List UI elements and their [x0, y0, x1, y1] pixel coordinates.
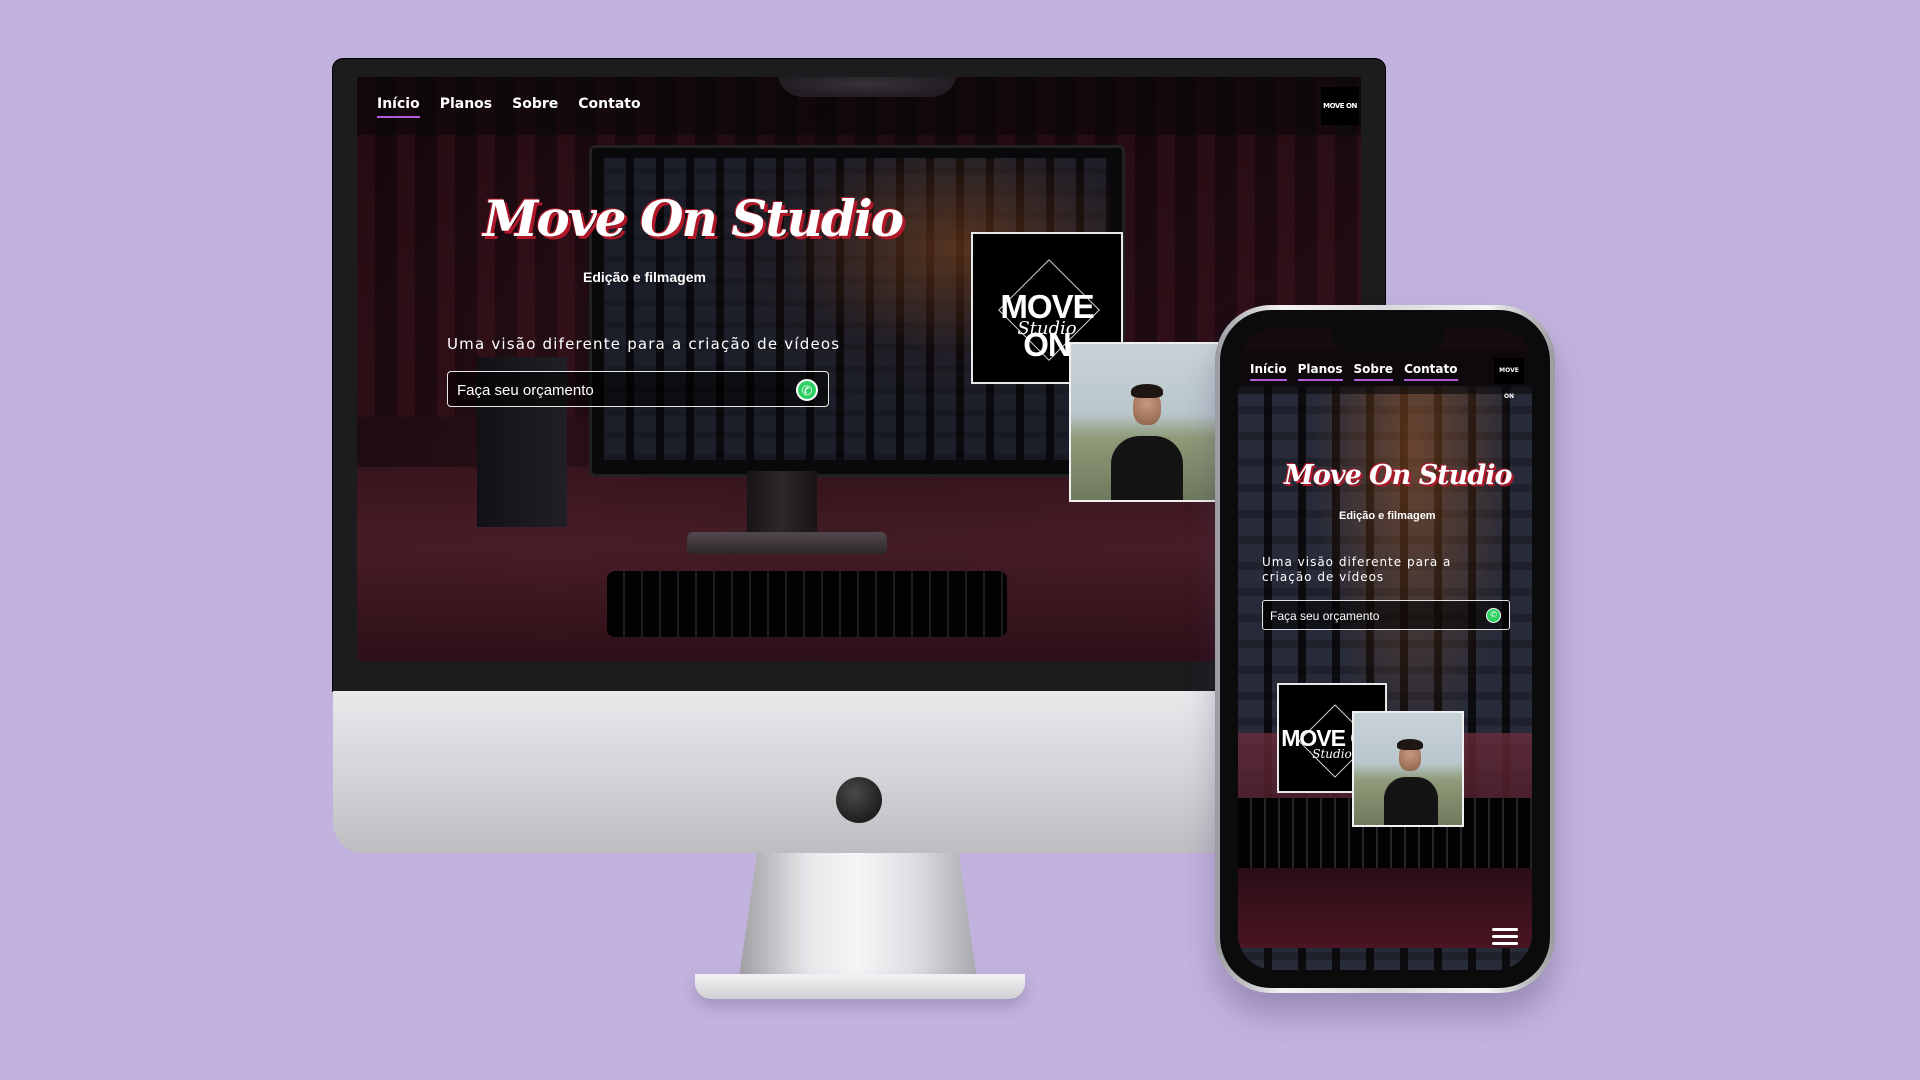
phone-notch [1333, 328, 1443, 350]
mobile-nav-item-contato[interactable]: Contato [1404, 362, 1458, 381]
brand-logo-script: Studio [1017, 318, 1077, 339]
desktop-navbar: Início Planos Sobre Contato MOVE ON [357, 77, 1361, 135]
mobile-quote-button-label: Faça seu orçamento [1270, 609, 1380, 623]
desktop-profile-photo [1069, 342, 1219, 502]
mobile-nav-item-planos[interactable]: Planos [1297, 362, 1343, 381]
hero-subtitle: Edição e filmagem [583, 269, 706, 285]
imac-apple-dot [836, 777, 882, 823]
nav-item-planos[interactable]: Planos [440, 96, 492, 118]
whatsapp-icon: ✆ [1486, 608, 1501, 623]
nav-links: Início Planos Sobre Contato [377, 96, 661, 118]
mobile-website-screen: Início Planos Sobre Contato MOVE ON Move… [1238, 328, 1532, 970]
hero-tagline: Uma visão diferente para a criação de ví… [447, 335, 841, 353]
mobile-nav-item-inicio[interactable]: Início [1250, 362, 1287, 381]
nav-item-sobre[interactable]: Sobre [512, 96, 558, 118]
hamburger-menu-icon[interactable] [1492, 928, 1518, 950]
mobile-nav-item-sobre[interactable]: Sobre [1353, 362, 1394, 381]
mobile-profile-photo [1352, 711, 1464, 827]
phone-mockup: Início Planos Sobre Contato MOVE ON Move… [1215, 305, 1555, 993]
hero-title: Move On Studio [483, 189, 904, 248]
quote-button[interactable]: Faça seu orçamento ✆ [447, 371, 829, 407]
mobile-quote-button[interactable]: Faça seu orçamento ✆ [1262, 600, 1510, 630]
mockup-stage: Início Planos Sobre Contato MOVE ON Move… [0, 0, 1920, 1080]
mobile-navbar: Início Planos Sobre Contato MOVE ON [1238, 350, 1532, 400]
whatsapp-icon: ✆ [796, 379, 818, 401]
mobile-hero-subtitle: Edição e filmagem [1339, 510, 1436, 522]
imac-stand-neck [738, 853, 978, 985]
phone-body: Início Planos Sobre Contato MOVE ON Move… [1220, 310, 1550, 988]
mobile-nav-logo[interactable]: MOVE ON [1494, 358, 1524, 400]
nav-logo[interactable]: MOVE ON [1321, 87, 1359, 125]
mobile-hero-tagline: Uma visão diferente para a criação de ví… [1262, 555, 1452, 584]
nav-item-inicio[interactable]: Início [377, 96, 420, 118]
nav-item-contato[interactable]: Contato [578, 96, 640, 118]
quote-button-label: Faça seu orçamento [457, 382, 594, 399]
mobile-hero-title: Move On Studio [1284, 460, 1512, 491]
imac-stand-foot [695, 974, 1025, 999]
